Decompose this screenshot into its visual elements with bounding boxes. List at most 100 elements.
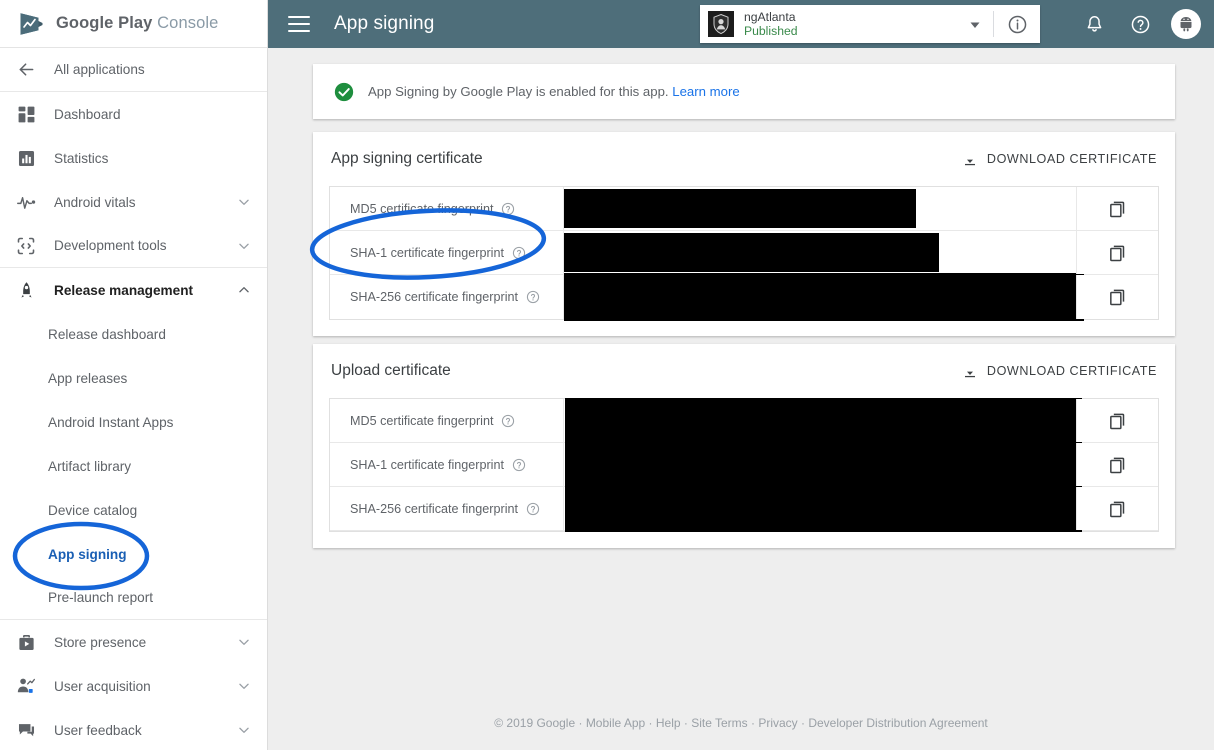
- sidebar-subitem-release-dashboard[interactable]: Release dashboard: [0, 312, 267, 356]
- rocket-icon: [14, 278, 38, 302]
- google-play-logo-icon: [18, 12, 44, 36]
- fingerprint-label-cell: MD5 certificate fingerprint: [330, 187, 564, 230]
- sidebar-item-statistics[interactable]: Statistics: [0, 136, 267, 180]
- copy-icon: [1108, 243, 1128, 263]
- download-icon: [962, 151, 978, 167]
- fingerprint-label: MD5 certificate fingerprint: [350, 413, 494, 428]
- app-selector[interactable]: ngAtlanta Published: [700, 5, 1040, 43]
- fingerprint-value-cell: [564, 231, 1076, 274]
- redaction-bar: [565, 398, 1082, 532]
- sidebar-subitem-label: Release dashboard: [48, 326, 166, 342]
- help-circle-icon[interactable]: [1120, 4, 1160, 44]
- footer-text: © 2019 Google · Mobile App · Help · Site…: [494, 716, 988, 730]
- help-circle-icon[interactable]: [501, 202, 515, 216]
- chevron-down-icon: [237, 239, 251, 253]
- sidebar-item-label: Release management: [54, 282, 194, 298]
- sidebar-item-label: Statistics: [54, 150, 109, 166]
- app-signing-fingerprint-table: MD5 certificate fingerprint SHA-1 certif…: [329, 186, 1159, 321]
- help-circle-icon[interactable]: [512, 246, 526, 260]
- fingerprint-label-cell: SHA-1 certificate fingerprint: [330, 231, 564, 274]
- help-circle-icon[interactable]: [526, 290, 540, 304]
- bell-icon[interactable]: [1074, 4, 1114, 44]
- sidebar-item-label: All applications: [54, 62, 145, 77]
- chevron-down-icon[interactable]: [969, 18, 981, 30]
- help-circle-icon[interactable]: [512, 458, 526, 472]
- card-title: App signing certificate: [331, 150, 483, 167]
- card-title: Upload certificate: [331, 362, 451, 379]
- store-briefcase-icon: [14, 630, 38, 654]
- code-brackets-icon: [14, 234, 38, 258]
- sidebar-item-release-management[interactable]: Release management: [0, 268, 267, 312]
- download-certificate-button[interactable]: DOWNLOAD CERTIFICATE: [962, 363, 1157, 379]
- sidebar-item-label: Store presence: [54, 634, 147, 650]
- sidebar-subitem-app-releases[interactable]: App releases: [0, 356, 267, 400]
- chevron-down-icon: [237, 679, 251, 693]
- chevron-down-icon: [237, 195, 251, 209]
- hamburger-menu-icon[interactable]: [288, 16, 310, 32]
- fingerprint-label: SHA-1 certificate fingerprint: [350, 245, 504, 260]
- fingerprint-label: MD5 certificate fingerprint: [350, 201, 494, 216]
- copy-icon: [1108, 199, 1128, 219]
- sidebar-subitem-app-signing[interactable]: App signing: [0, 532, 267, 576]
- copy-icon: [1108, 411, 1128, 431]
- footer: © 2019 Google · Mobile App · Help · Site…: [268, 716, 1214, 730]
- copy-icon: [1108, 455, 1128, 475]
- sidebar-item-development-tools[interactable]: Development tools: [0, 224, 267, 268]
- sidebar-subitem-label: App signing: [48, 546, 127, 562]
- chevron-down-icon: [237, 635, 251, 649]
- copy-fingerprint-button[interactable]: [1076, 487, 1158, 530]
- sidebar-subitem-label: Pre-launch report: [48, 590, 154, 605]
- table-row: SHA-1 certificate fingerprint: [330, 231, 1158, 275]
- sidebar-item-all-applications[interactable]: All applications: [0, 48, 267, 92]
- sidebar-item-label: Dashboard: [54, 106, 121, 122]
- sidebar-item-label: User feedback: [54, 722, 142, 738]
- copy-icon: [1108, 287, 1128, 307]
- pulse-icon: [14, 190, 38, 214]
- sidebar-item-user-acquisition[interactable]: User acquisition: [0, 664, 267, 708]
- dashboard-grid-icon: [14, 102, 38, 126]
- sidebar-subitem-android-instant-apps[interactable]: Android Instant Apps: [0, 400, 267, 444]
- sidebar-subitem-label: Android Instant Apps: [48, 414, 174, 430]
- copy-fingerprint-button[interactable]: [1076, 275, 1158, 319]
- main-content: App Signing by Google Play is enabled fo…: [268, 48, 1214, 750]
- copy-fingerprint-button[interactable]: [1076, 399, 1158, 442]
- app-root: Google Play Console All applications Das…: [0, 0, 1214, 750]
- sidebar-subitem-label: Device catalog: [48, 502, 138, 518]
- sidebar-item-user-feedback[interactable]: User feedback: [0, 708, 267, 750]
- copy-fingerprint-button[interactable]: [1076, 187, 1158, 230]
- sidebar-item-android-vitals[interactable]: Android vitals: [0, 180, 267, 224]
- sidebar-item-label: Development tools: [54, 238, 167, 253]
- chevron-up-icon: [237, 283, 251, 297]
- sidebar: Google Play Console All applications Das…: [0, 0, 268, 750]
- speech-bubbles-icon: [14, 718, 38, 742]
- download-certificate-button[interactable]: DOWNLOAD CERTIFICATE: [962, 151, 1157, 167]
- help-circle-icon[interactable]: [526, 502, 540, 516]
- help-circle-icon[interactable]: [501, 414, 515, 428]
- sidebar-subitem-device-catalog[interactable]: Device catalog: [0, 488, 267, 532]
- learn-more-link[interactable]: Learn more: [672, 84, 739, 99]
- copy-fingerprint-button[interactable]: [1076, 443, 1158, 486]
- chevron-down-icon: [237, 723, 251, 737]
- card-header: Upload certificate DOWNLOAD CERTIFICATE: [313, 344, 1175, 398]
- banner-text: App Signing by Google Play is enabled fo…: [368, 84, 669, 99]
- fingerprint-label-cell: MD5 certificate fingerprint: [330, 399, 564, 442]
- upload-fingerprint-table: MD5 certificate fingerprint SHA-1 certif…: [329, 398, 1159, 532]
- brand-word-console: Console: [157, 14, 219, 32]
- copy-fingerprint-button[interactable]: [1076, 231, 1158, 274]
- sidebar-subitem-artifact-library[interactable]: Artifact library: [0, 444, 267, 488]
- app-status-badge: Published: [744, 24, 798, 38]
- fingerprint-label-cell: SHA-1 certificate fingerprint: [330, 443, 564, 486]
- check-circle-icon: [333, 81, 355, 103]
- sidebar-subitem-pre-launch-report[interactable]: Pre-launch report: [0, 576, 267, 620]
- redaction-bar: [564, 273, 1084, 321]
- account-avatar-button[interactable]: [1166, 4, 1206, 44]
- sidebar-item-store-presence[interactable]: Store presence: [0, 620, 267, 664]
- fingerprint-label: SHA-256 certificate fingerprint: [350, 290, 518, 304]
- fingerprint-value-cell: [564, 187, 1076, 230]
- info-circle-icon[interactable]: [994, 5, 1040, 43]
- fingerprint-label: SHA-256 certificate fingerprint: [350, 501, 518, 516]
- sidebar-item-dashboard[interactable]: Dashboard: [0, 92, 267, 136]
- bar-chart-icon: [14, 146, 38, 170]
- banner-message: App Signing by Google Play is enabled fo…: [368, 84, 740, 99]
- fingerprint-label-cell: SHA-256 certificate fingerprint: [330, 487, 564, 530]
